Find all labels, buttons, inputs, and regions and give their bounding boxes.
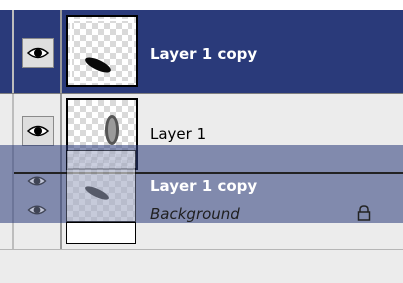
row-divider-bottom [0, 249, 403, 250]
panel-top-strip [0, 0, 403, 10]
layer-name-layer-1[interactable]: Layer 1 [150, 125, 206, 143]
visibility-toggle-layer-1[interactable] [22, 116, 54, 146]
eye-icon [27, 176, 47, 186]
lock-icon [357, 205, 371, 221]
ghost-thumbnail [66, 150, 136, 222]
layers-panel: Layer 1 copy Layer 1 Layer 1 copy Backgr… [0, 0, 403, 283]
layer-thumbnail-layer-1-copy[interactable] [66, 15, 138, 87]
layer-name-layer-1-copy[interactable]: Layer 1 copy [150, 45, 257, 63]
ghost-thumbnail-frame [66, 222, 136, 244]
visibility-toggle-layer-1-copy[interactable] [22, 38, 54, 68]
ghost-eye [24, 172, 50, 190]
eye-icon [27, 205, 47, 215]
row-divider [0, 93, 403, 94]
eye-icon [27, 125, 49, 137]
brush-stroke-thumbnail [85, 57, 111, 73]
ghost-layer-name: Layer 1 copy [150, 177, 258, 195]
brush-stroke-thumbnail [85, 186, 109, 200]
ghost-eye [24, 201, 50, 219]
ghost-background-name: Background [150, 205, 240, 223]
eye-icon [27, 47, 49, 59]
